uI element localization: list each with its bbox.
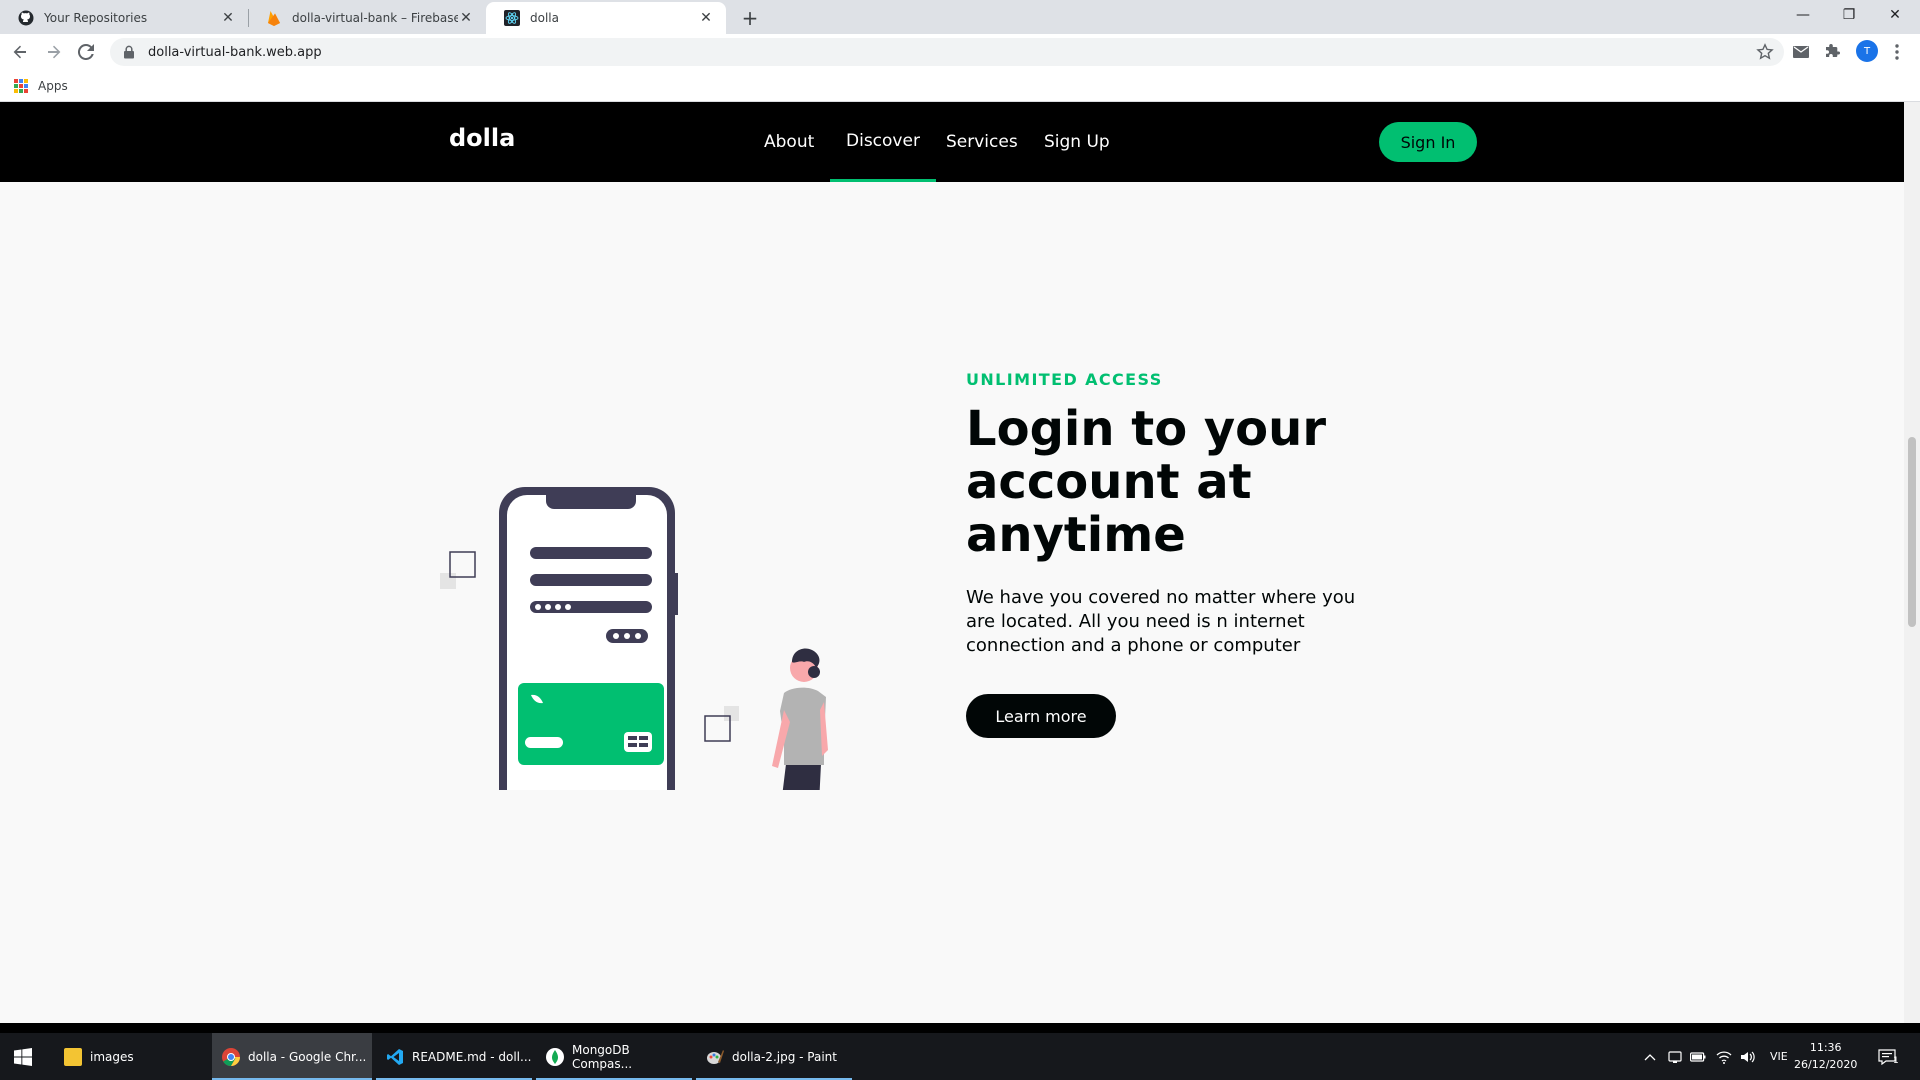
nav-link-services[interactable]: Services xyxy=(930,102,1034,182)
input-language-indicator[interactable]: VIE xyxy=(1770,1033,1788,1080)
reload-icon xyxy=(78,44,94,60)
back-arrow-icon xyxy=(13,45,26,59)
site-logo[interactable]: dolla xyxy=(449,124,515,152)
taskbar-item-images[interactable]: images xyxy=(54,1033,208,1080)
volume-icon[interactable] xyxy=(1740,1033,1756,1080)
back-button[interactable] xyxy=(6,38,34,66)
show-hidden-icons-button[interactable] xyxy=(1644,1033,1656,1080)
battery-icon[interactable] xyxy=(1690,1033,1706,1080)
taskbar-item-chrome[interactable]: dolla - Google Chr... xyxy=(212,1033,372,1080)
taskbar-item-label: README.md - doll... xyxy=(412,1049,532,1064)
scrollbar-thumb[interactable] xyxy=(1908,437,1916,627)
taskbar-item-label: dolla-2.jpg - Paint xyxy=(732,1049,837,1064)
meet-now-icon[interactable] xyxy=(1668,1033,1682,1080)
vscode-icon xyxy=(386,1048,404,1066)
address-bar[interactable]: dolla-virtual-bank.web.app xyxy=(110,38,1784,66)
chrome-menu-icon[interactable] xyxy=(1888,43,1906,61)
close-window-button[interactable]: ✕ xyxy=(1872,0,1918,30)
decor-square xyxy=(440,573,456,589)
taskbar-clock[interactable]: 11:36 26/12/2020 xyxy=(1794,1039,1857,1073)
taskbar-item-label: images xyxy=(90,1049,134,1064)
site-navbar: dolla About Discover Services Sign Up Si… xyxy=(0,102,1904,182)
phone-side-button xyxy=(672,573,678,615)
nav-link-discover[interactable]: Discover xyxy=(830,102,936,182)
new-tab-button[interactable]: + xyxy=(736,4,764,32)
react-icon xyxy=(504,10,520,26)
page-scrollbar[interactable] xyxy=(1904,102,1920,1023)
paint-icon xyxy=(706,1048,724,1066)
taskbar-item-label: dolla - Google Chr... xyxy=(248,1049,367,1064)
clock-time: 11:36 xyxy=(1809,1041,1842,1054)
url-text: dolla-virtual-bank.web.app xyxy=(148,44,322,60)
folder-icon xyxy=(64,1047,82,1066)
tab-strip: Your Repositories ✕ dolla-virtual-bank –… xyxy=(0,0,1920,34)
forward-arrow-icon xyxy=(48,45,61,59)
tab-title: dolla xyxy=(530,11,559,25)
notification-count: 1 xyxy=(1893,1055,1899,1066)
forward-button[interactable] xyxy=(40,38,68,66)
close-icon[interactable]: ✕ xyxy=(698,10,714,26)
windows-logo-icon xyxy=(14,1047,32,1066)
credit-card-icon xyxy=(518,683,664,765)
wifi-icon[interactable] xyxy=(1716,1033,1732,1080)
hero-subtitle: We have you covered no matter where you … xyxy=(966,587,1356,656)
restore-button[interactable]: ❐ xyxy=(1826,0,1872,30)
taskbar-item-paint[interactable]: dolla-2.jpg - Paint xyxy=(696,1033,852,1080)
taskbar-item-vscode[interactable]: README.md - doll... xyxy=(376,1033,532,1080)
hero-heading: Login to your account at anytime xyxy=(966,401,1326,563)
phone-person-illustration xyxy=(440,487,828,790)
browser-toolbar: dolla-virtual-bank.web.app xyxy=(0,34,1920,70)
chrome-icon xyxy=(222,1047,240,1066)
person-figure xyxy=(772,648,828,790)
tab-your-repositories[interactable]: Your Repositories ✕ xyxy=(0,2,248,34)
firebase-icon xyxy=(266,10,282,26)
start-button[interactable] xyxy=(0,1033,46,1080)
taskbar-item-mongodb[interactable]: MongoDB Compas... xyxy=(536,1033,692,1080)
tab-dolla[interactable]: dolla ✕ xyxy=(486,2,726,34)
hero-topline: UNLIMITED ACCESS xyxy=(966,370,1163,389)
extensions-puzzle-icon[interactable] xyxy=(1824,43,1842,61)
apps-bookmark-label[interactable]: Apps xyxy=(38,79,68,93)
tab-title: Your Repositories xyxy=(44,11,148,25)
taskbar-item-label: MongoDB Compas... xyxy=(572,1042,633,1071)
decor-square xyxy=(724,706,739,721)
minimize-button[interactable]: — xyxy=(1780,0,1826,30)
nav-link-about[interactable]: About xyxy=(748,102,830,182)
github-icon xyxy=(18,10,34,26)
bookmark-star-icon[interactable] xyxy=(1756,43,1774,61)
nav-link-sign-up[interactable]: Sign Up xyxy=(1028,102,1126,182)
close-icon[interactable]: ✕ xyxy=(220,10,236,26)
mongodb-icon xyxy=(546,1047,564,1066)
learn-more-button[interactable]: Learn more xyxy=(966,694,1116,738)
phone-notch xyxy=(546,487,636,509)
windows-taskbar: images dolla - Google Chr... README.md -… xyxy=(0,1023,1920,1080)
tab-firebase-console[interactable]: dolla-virtual-bank – Firebase con ✕ xyxy=(248,2,486,34)
tab-title: dolla-virtual-bank – Firebase con xyxy=(292,11,458,25)
clock-date: 26/12/2020 xyxy=(1794,1058,1858,1071)
lock-icon xyxy=(124,45,134,59)
chevron-up-icon xyxy=(1644,1053,1656,1060)
profile-avatar[interactable]: T xyxy=(1856,40,1878,62)
action-center-button[interactable]: 1 xyxy=(1878,1033,1899,1080)
apps-grid-icon[interactable] xyxy=(14,78,28,93)
hero-content: UNLIMITED ACCESS Login to your account a… xyxy=(966,370,1396,738)
mail-extension-icon[interactable] xyxy=(1792,43,1810,61)
bookmarks-bar: Apps xyxy=(0,70,1920,102)
close-icon[interactable]: ✕ xyxy=(458,10,474,26)
sign-in-button[interactable]: Sign In xyxy=(1379,122,1477,162)
page-viewport: dolla About Discover Services Sign Up Si… xyxy=(0,102,1904,1023)
reload-button[interactable] xyxy=(72,38,100,66)
